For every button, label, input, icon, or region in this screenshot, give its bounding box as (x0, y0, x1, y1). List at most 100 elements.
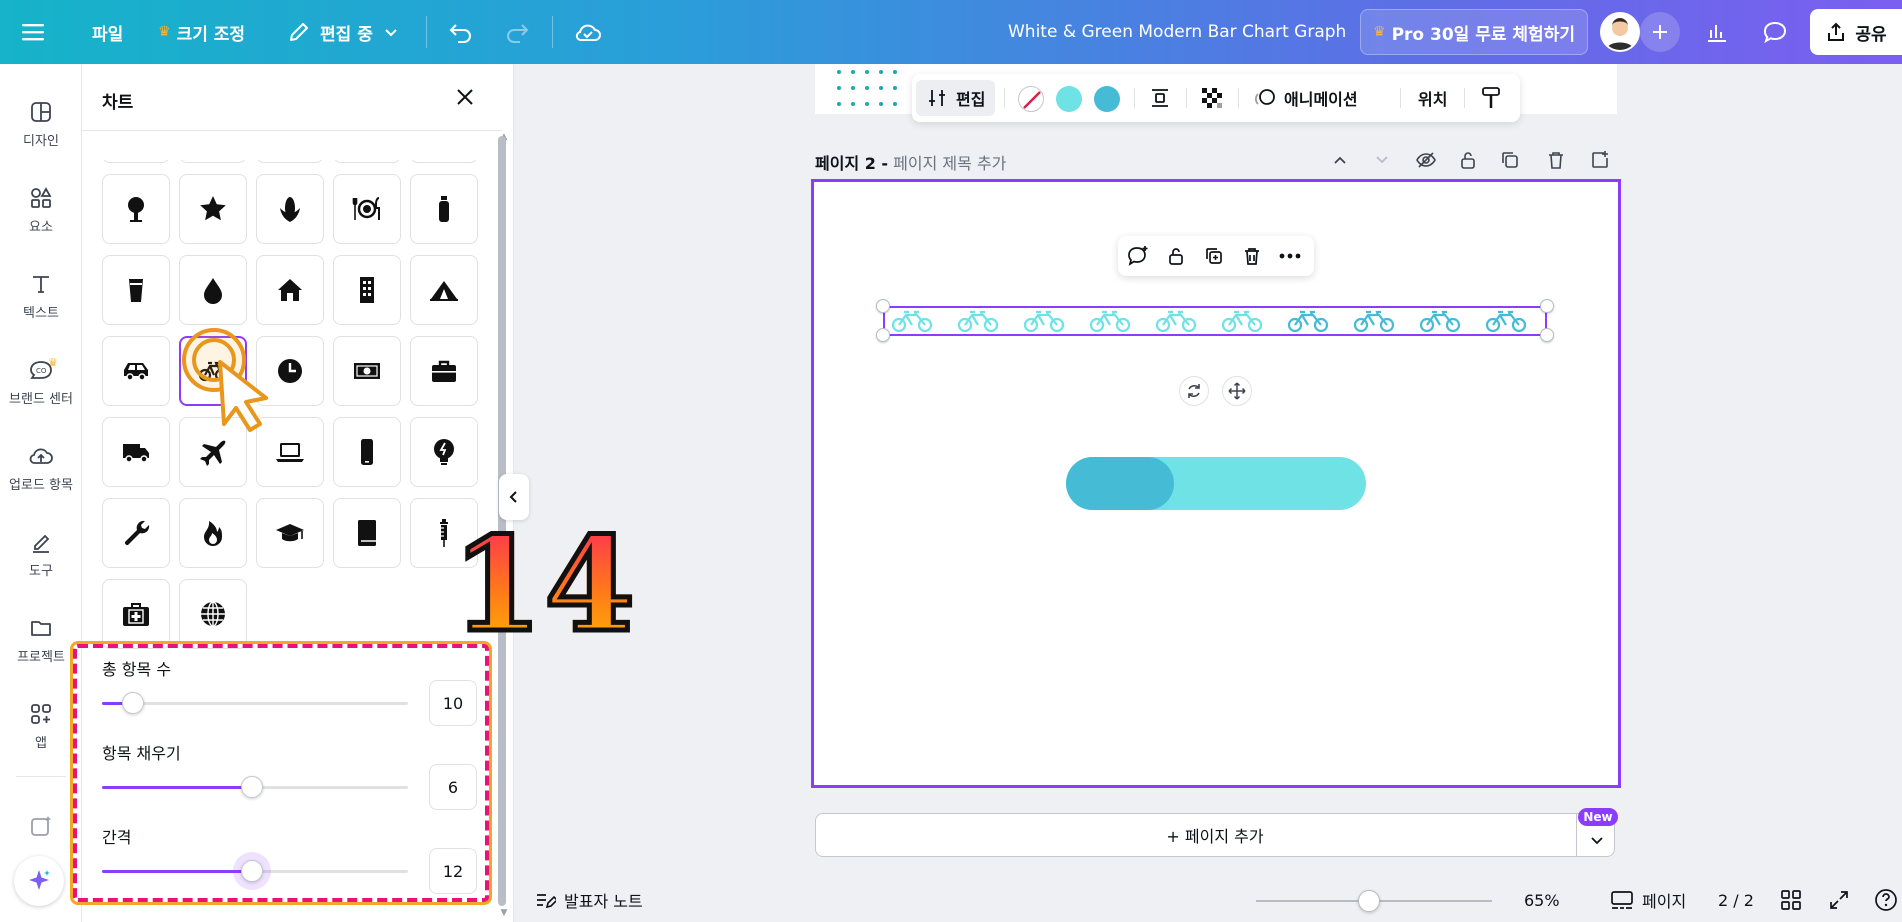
divider (1400, 88, 1401, 108)
pages-view-button[interactable]: 페이지 (1610, 884, 1686, 916)
chart-icon-option[interactable] (256, 498, 324, 568)
resize-handle-bottom-right[interactable] (1540, 328, 1554, 342)
grid-view-button[interactable] (1780, 884, 1802, 916)
chart-icon-option[interactable] (333, 498, 401, 568)
position-button[interactable]: 위치 (1418, 74, 1447, 122)
chart-icon-option[interactable] (256, 174, 324, 244)
resize-handle-bottom-left[interactable] (876, 328, 890, 342)
scroll-down-arrow[interactable]: ▼ (498, 908, 510, 918)
lock-element-button[interactable] (1164, 244, 1188, 268)
chart-icon-option[interactable] (102, 579, 170, 649)
collapse-panel-button[interactable] (499, 474, 529, 520)
presenter-notes-button[interactable]: 발표자 노트 (534, 884, 643, 916)
edit-chart-button[interactable]: 편집 (916, 80, 996, 116)
edit-mode-dropdown[interactable]: 편집 중 (288, 0, 399, 64)
add-page-button[interactable]: + 페이지 추가 (815, 813, 1615, 857)
chart-icon-option[interactable] (333, 174, 401, 244)
rail-item-draw[interactable]: 도구 (0, 514, 82, 594)
no-color-swatch[interactable] (1018, 86, 1044, 112)
rail-item-apps[interactable]: 앱 (0, 686, 82, 766)
chart-icon-option[interactable] (102, 498, 170, 568)
chart-icon-option[interactable] (179, 579, 247, 649)
resize-handle-top-right[interactable] (1540, 299, 1554, 313)
help-button[interactable] (1874, 884, 1898, 916)
color-swatch-dark[interactable] (1094, 86, 1120, 112)
rail-item-design[interactable]: 디자인 (0, 84, 82, 164)
rail-item-text[interactable]: 텍스트 (0, 256, 82, 336)
zoom-slider-knob[interactable] (1358, 890, 1381, 912)
zoom-level[interactable]: 65% (1524, 884, 1560, 916)
chart-icon-option[interactable] (179, 498, 247, 568)
close-panel-button[interactable] (450, 82, 480, 112)
chart-icon-option[interactable] (102, 160, 170, 163)
add-comment-button[interactable] (1126, 244, 1150, 268)
trash-icon (1549, 152, 1563, 169)
delete-page-button[interactable] (1544, 148, 1568, 172)
share-button[interactable]: 공유 (1810, 9, 1902, 55)
chart-icon-option[interactable] (410, 160, 478, 163)
hide-page-button[interactable] (1414, 148, 1438, 172)
color-swatch-light[interactable] (1056, 86, 1082, 112)
insights-button[interactable] (1694, 9, 1740, 55)
delete-element-button[interactable] (1240, 244, 1264, 268)
chart-icon-option[interactable] (333, 160, 401, 163)
magic-assistant-button[interactable] (14, 856, 64, 906)
chart-icon-option[interactable] (410, 336, 478, 406)
duplicate-element-button[interactable] (1202, 244, 1226, 268)
redo-button[interactable] (504, 0, 530, 64)
add-collaborator-button[interactable] (1640, 12, 1680, 52)
chart-icon-option[interactable] (410, 174, 478, 244)
chart-icon-option[interactable] (333, 417, 401, 487)
chart-icon-option[interactable] (179, 160, 247, 163)
spacing-button[interactable] (1148, 74, 1172, 122)
rail-item-uploads[interactable]: 업로드 항목 (0, 428, 82, 508)
cup-icon (129, 279, 143, 302)
chart-icon-option[interactable] (256, 255, 324, 325)
undo-button[interactable] (448, 0, 474, 64)
page-up-button[interactable] (1328, 148, 1352, 172)
more-options-button[interactable] (1278, 244, 1302, 268)
chart-icon-option[interactable] (410, 255, 478, 325)
chart-icon-option[interactable] (102, 174, 170, 244)
upload-icon (29, 448, 53, 464)
comments-button[interactable] (1752, 9, 1798, 55)
chart-icon-option[interactable] (333, 255, 401, 325)
rail-item-brand[interactable]: ♛ CO 브랜드 센터 (0, 342, 82, 422)
duplicate-page-button[interactable] (1498, 148, 1522, 172)
document-title[interactable]: White & Green Modern Bar Chart Graph (1008, 0, 1346, 64)
chart-icon-option[interactable] (179, 174, 247, 244)
rail-item-projects[interactable]: 프로젝트 (0, 600, 82, 680)
add-page-top-button[interactable] (1588, 148, 1612, 172)
pictograph-chart[interactable] (886, 308, 1546, 334)
lock-page-button[interactable] (1456, 148, 1480, 172)
progress-bar[interactable] (1066, 457, 1366, 510)
chart-icon-option[interactable] (102, 336, 170, 406)
zoom-slider[interactable] (1256, 890, 1492, 912)
magic-media-button[interactable] (0, 804, 82, 854)
move-button[interactable] (1222, 376, 1252, 406)
cloud-save-icon[interactable] (574, 0, 602, 64)
page-header[interactable]: 페이지 2 - 페이지 제목 추가 (815, 150, 1006, 174)
chart-icon-option[interactable] (102, 417, 170, 487)
first-aid-icon (123, 603, 149, 626)
resize-handle-top-left[interactable] (876, 299, 890, 313)
animate-button[interactable]: 애니메이션 (1252, 74, 1358, 122)
rotate-button[interactable] (1179, 376, 1209, 406)
chart-icon-option[interactable] (102, 255, 170, 325)
copy-style-button[interactable] (1480, 74, 1502, 122)
sparkle-icon (29, 870, 50, 890)
file-menu[interactable]: 파일 (92, 0, 123, 64)
resize-button[interactable]: ♛ 크기 조정 (158, 0, 245, 64)
chart-icon-option[interactable] (410, 417, 478, 487)
transparency-button[interactable] (1200, 74, 1224, 122)
chart-icon-option[interactable] (179, 255, 247, 325)
avatar[interactable] (1600, 12, 1640, 52)
rail-item-elements[interactable]: 요소 (0, 170, 82, 250)
page-down-button[interactable] (1370, 148, 1394, 172)
fullscreen-button[interactable] (1828, 884, 1850, 916)
chart-icon-option[interactable] (256, 160, 324, 163)
menu-icon[interactable] (22, 0, 44, 64)
chart-icon-option[interactable] (333, 336, 401, 406)
pro-trial-button[interactable]: ♛ Pro 30일 무료 체험하기 (1360, 9, 1588, 55)
page-title-placeholder[interactable]: 페이지 제목 추가 (893, 154, 1006, 173)
